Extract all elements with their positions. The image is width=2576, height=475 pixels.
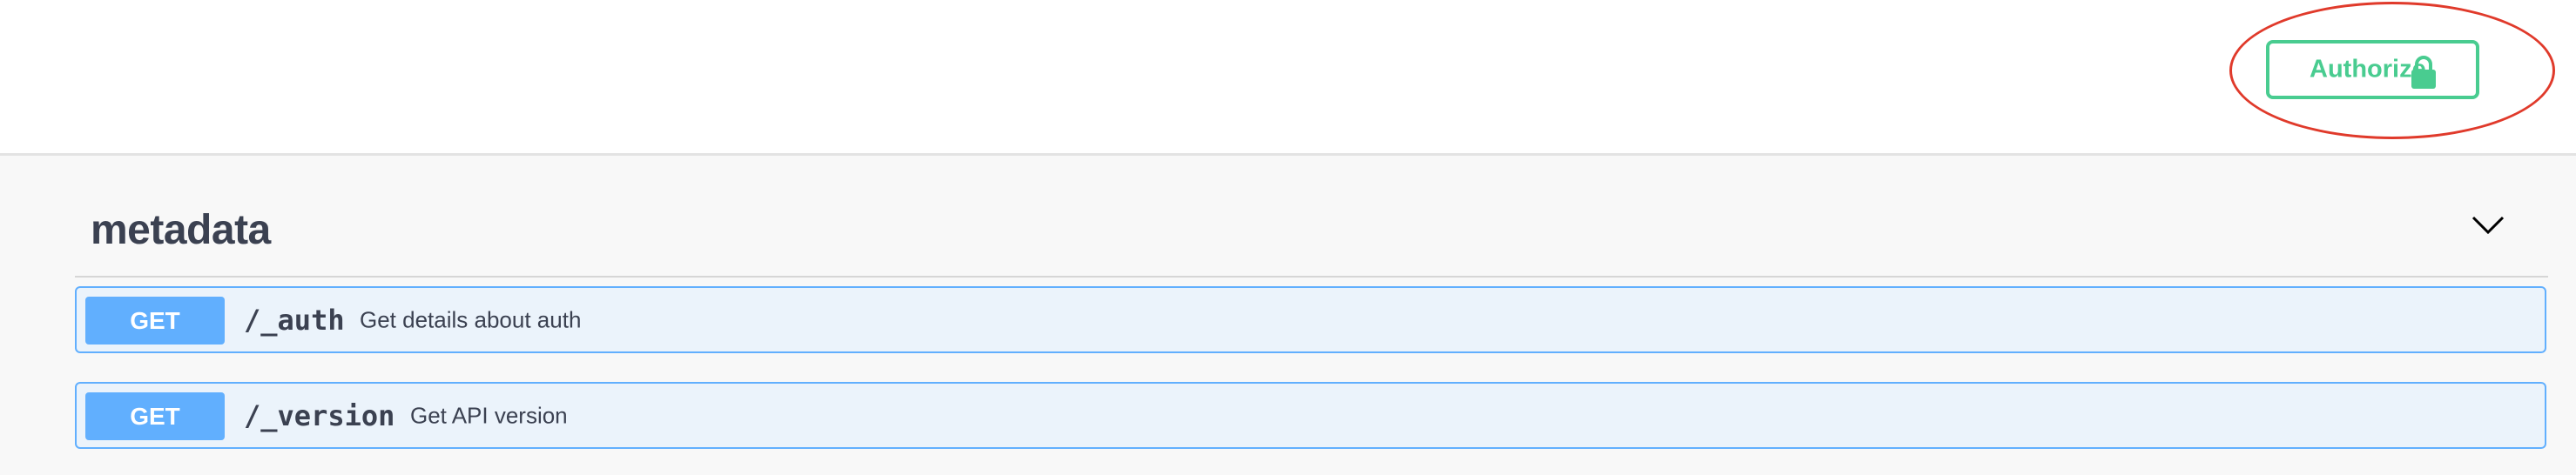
authorize-button-label: Authorize [2310, 55, 2426, 84]
main-content: metadata GET /_auth Get details about au… [0, 156, 2576, 475]
section-title: metadata [91, 207, 271, 253]
chevron-down-icon[interactable] [2471, 215, 2505, 236]
method-badge: GET [85, 392, 225, 440]
method-badge: GET [85, 297, 225, 345]
operation-path: /_auth [244, 303, 345, 337]
tag-section-header[interactable]: metadata [75, 156, 2548, 278]
authorize-button[interactable]: Authorize [2266, 40, 2479, 99]
lock-icon [2410, 56, 2438, 89]
operation-summary: Get API version [410, 402, 568, 428]
top-bar: Authorize [0, 0, 2576, 156]
operation-path: /_version [244, 398, 395, 432]
operation-summary: Get details about auth [360, 306, 582, 332]
operation-row-version[interactable]: GET /_version Get API version [75, 382, 2546, 449]
operation-row-auth[interactable]: GET /_auth Get details about auth [75, 286, 2546, 353]
